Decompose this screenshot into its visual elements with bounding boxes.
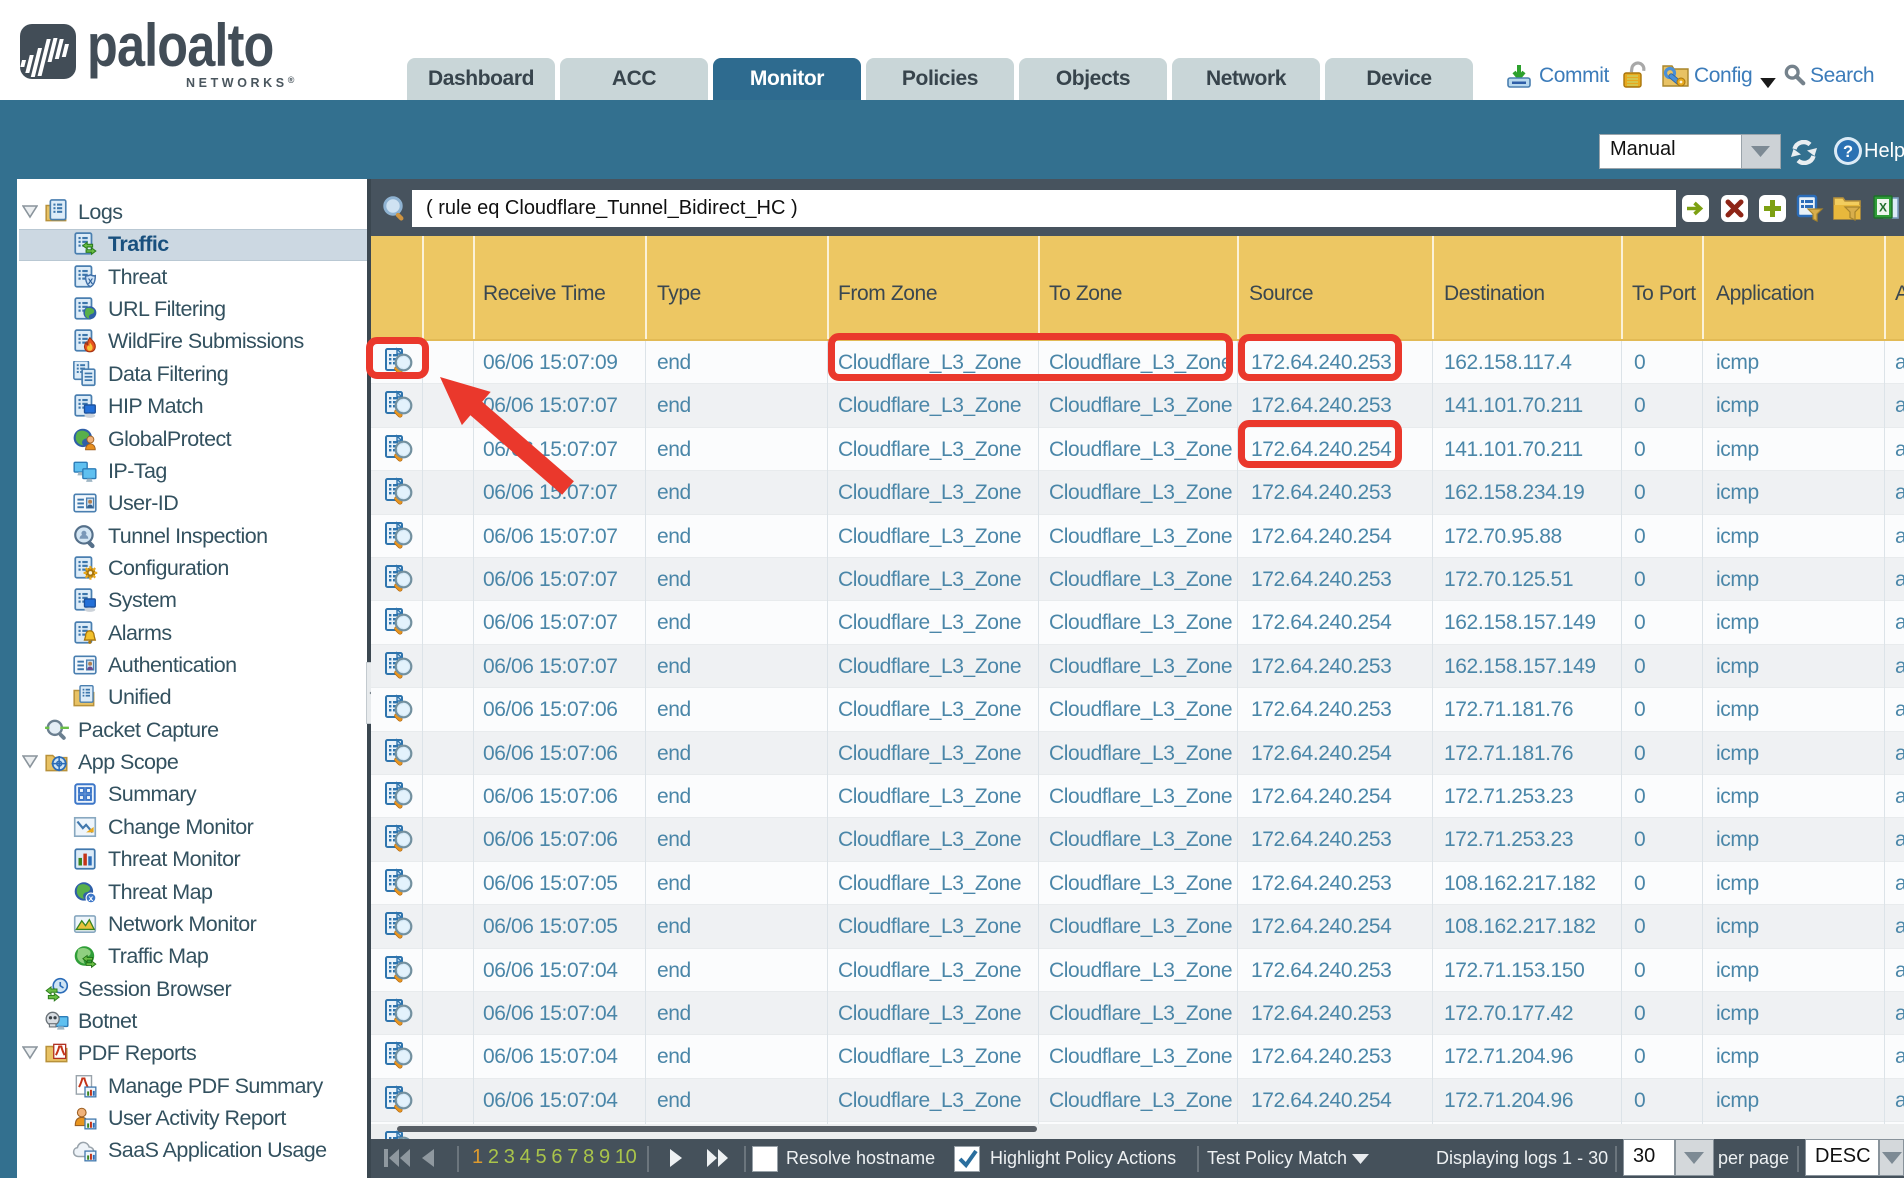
svg-text:x: x <box>88 276 94 287</box>
svg-text:x: x <box>89 893 94 903</box>
svg-text:?: ? <box>1843 143 1853 161</box>
svg-text:X: X <box>1879 201 1887 215</box>
